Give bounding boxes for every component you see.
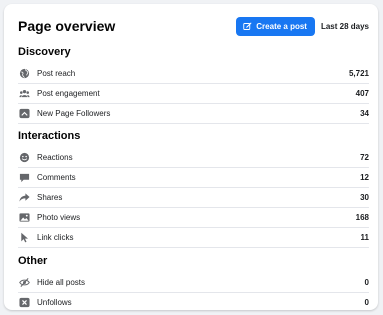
- share-icon: [18, 191, 30, 203]
- metric-row-post-reach[interactable]: Post reach 5,721: [18, 63, 369, 84]
- date-range-selector[interactable]: Last 28 days: [321, 22, 369, 31]
- section-title-interactions: Interactions: [18, 130, 81, 142]
- create-post-label: Create a post: [256, 21, 307, 31]
- metric-value: 0: [364, 277, 369, 287]
- metric-value: 5,721: [348, 68, 369, 78]
- metric-label: Link clicks: [37, 232, 74, 242]
- people-icon: [18, 87, 30, 99]
- metric-label: Post reach: [37, 68, 76, 78]
- metric-label: Hide all posts: [37, 277, 86, 287]
- metric-row-unfollows[interactable]: Unfollows 0: [18, 292, 369, 312]
- metric-label: Photo views: [37, 212, 81, 222]
- photo-icon: [18, 211, 30, 223]
- section-title-other: Other: [18, 255, 48, 267]
- reactions-icon: [18, 151, 30, 163]
- metric-row-shares[interactable]: Shares 30: [18, 187, 369, 208]
- hide-icon: [18, 276, 30, 288]
- metric-row-link-clicks[interactable]: Link clicks 11: [18, 227, 369, 248]
- metric-value: 0: [364, 297, 369, 307]
- comment-icon: [18, 171, 30, 183]
- metric-label: Reactions: [37, 152, 73, 162]
- metric-label: Shares: [37, 192, 63, 202]
- globe-icon: [18, 67, 30, 79]
- page-title: Page overview: [18, 18, 116, 34]
- card-header: Page overview Create a post Last 28 days: [18, 14, 369, 38]
- metric-label: Post engagement: [37, 88, 100, 98]
- follower-icon: [18, 107, 30, 119]
- metric-value: 12: [360, 172, 369, 182]
- unfollow-icon: [18, 296, 30, 308]
- metric-row-hide-all-posts[interactable]: Hide all posts 0: [18, 272, 369, 293]
- metric-row-comments[interactable]: Comments 12: [18, 167, 369, 188]
- metric-label: Unfollows: [37, 297, 72, 307]
- metric-label: Comments: [37, 172, 76, 182]
- metric-row-post-engagement[interactable]: Post engagement 407: [18, 83, 369, 104]
- edit-icon: [243, 22, 252, 30]
- page-overview-card: Page overview Create a post Last 28 days…: [4, 4, 378, 310]
- metric-value: 11: [360, 232, 369, 242]
- metric-value: 34: [360, 108, 369, 118]
- metric-row-reactions[interactable]: Reactions 72: [18, 147, 369, 168]
- metric-row-photo-views[interactable]: Photo views 168: [18, 207, 369, 228]
- section-title-discovery: Discovery: [18, 46, 71, 58]
- metric-value: 30: [360, 192, 369, 202]
- metric-row-new-page-followers[interactable]: New Page Followers 34: [18, 103, 369, 124]
- metric-value: 72: [360, 152, 369, 162]
- metric-label: New Page Followers: [37, 108, 111, 118]
- cursor-icon: [18, 231, 30, 243]
- metric-value: 168: [355, 212, 369, 222]
- create-post-button[interactable]: Create a post: [236, 16, 315, 36]
- metric-value: 407: [355, 88, 369, 98]
